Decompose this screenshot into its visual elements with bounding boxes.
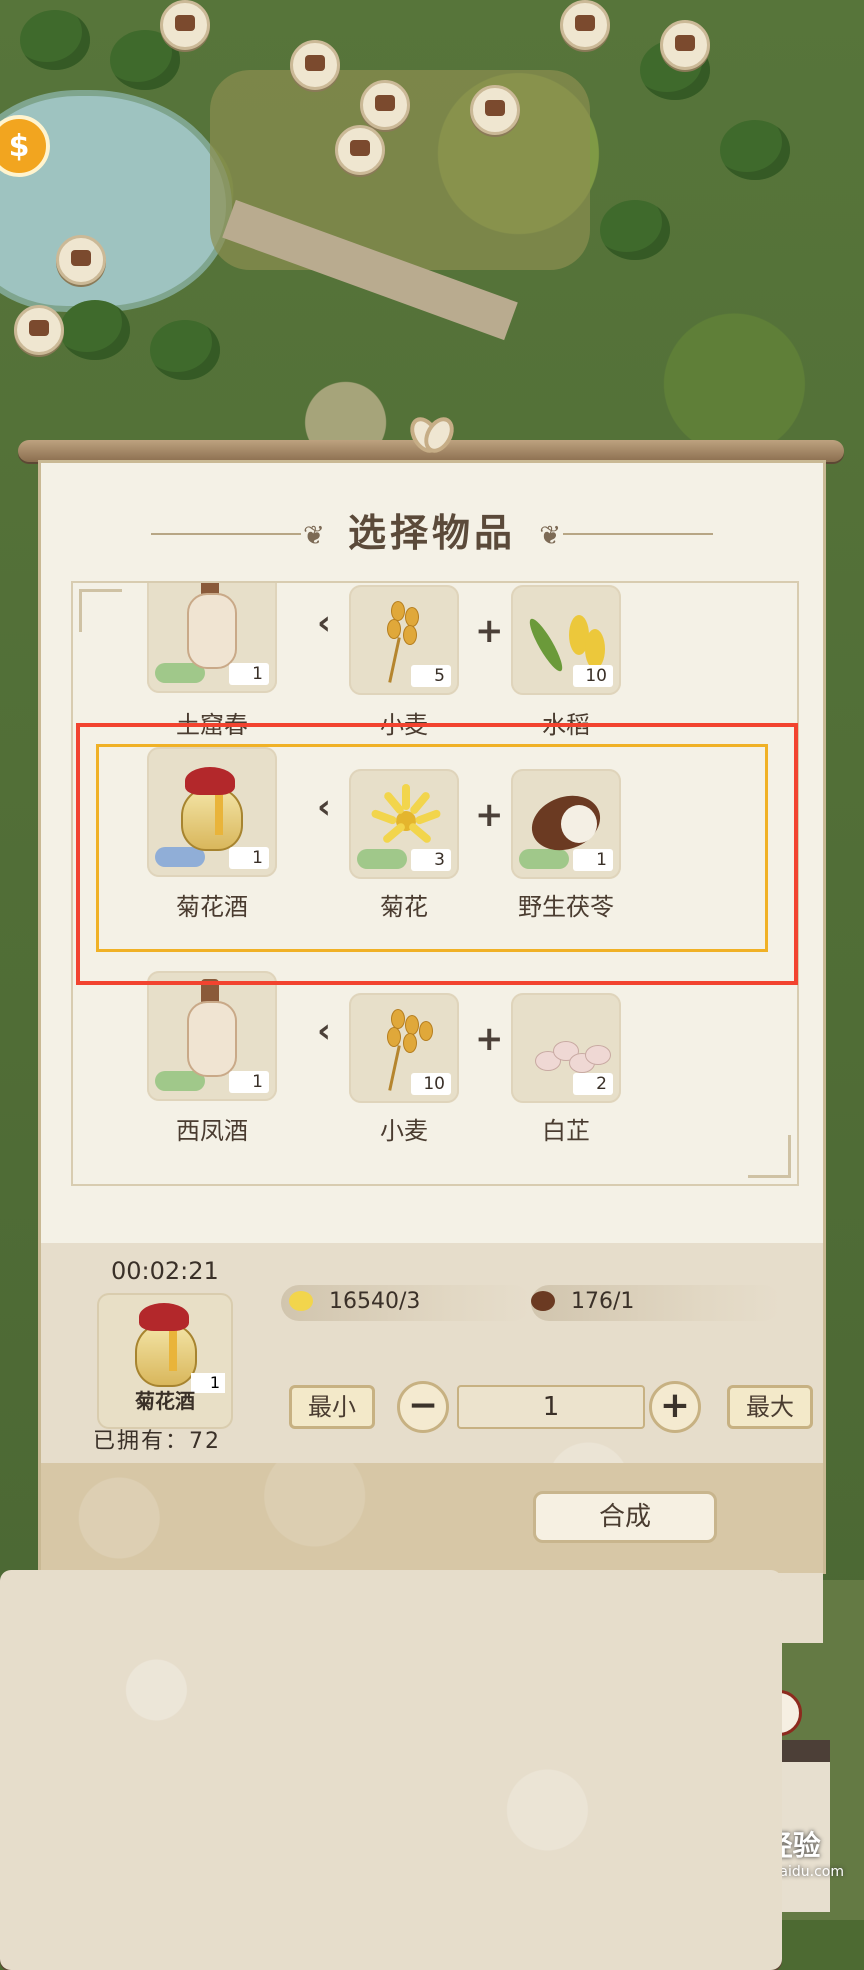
ingredient-name: 小麦 (380, 1117, 428, 1145)
stock-chrysanthemum: 16540/3 (329, 1289, 421, 1314)
poria-icon (531, 1291, 555, 1311)
ingredient-name: 小麦 (380, 711, 428, 739)
quantity-input[interactable]: 1 (457, 1385, 645, 1429)
dialog-title: 选择物品 (347, 511, 516, 555)
harvest-bubble[interactable] (660, 20, 710, 70)
max-button[interactable]: 最大 (727, 1385, 813, 1429)
product-slot[interactable]: 1 (147, 583, 277, 693)
ingredient-qty: 5 (411, 665, 451, 687)
craft-result-name: 菊花酒 (135, 1389, 195, 1413)
scroll-bottom-rod (0, 1570, 782, 1970)
product-name: 土窟春 (176, 711, 248, 739)
ingredient-name: 水稻 (542, 711, 590, 739)
harvest-bubble[interactable] (560, 0, 610, 50)
swirl-ornament-icon: ❦ (303, 521, 325, 551)
scroll-knot-icon (410, 412, 454, 456)
product-qty: 1 (229, 663, 269, 685)
selected-recipe-frame (96, 744, 768, 952)
harvest-bubble[interactable] (14, 305, 64, 355)
ingredient-slot[interactable]: 5 (349, 585, 459, 695)
ingredient-slot[interactable]: 2 (511, 993, 621, 1103)
select-item-dialog: ❦ 选择物品 ❦ 1 土窟春 ‹ 5 小麦 + 10 水稻 1 菊花酒 ‹ 3 … (38, 460, 826, 1643)
ingredient-name: 白芷 (542, 1117, 590, 1145)
ingredient-qty: 10 (573, 665, 613, 687)
increase-button[interactable]: + (649, 1381, 701, 1433)
product-name: 西凤酒 (176, 1117, 248, 1145)
harvest-bubble[interactable] (360, 80, 410, 130)
plus-icon: + (475, 1019, 504, 1059)
recipe-row[interactable]: 1 西凤酒 ‹ 10 小麦 + 2 白芷 (107, 971, 757, 1171)
ingredient-qty: 2 (573, 1073, 613, 1095)
decrease-button[interactable]: − (397, 1381, 449, 1433)
arrow-left-icon: ‹ (317, 603, 332, 643)
harvest-bubble[interactable] (335, 125, 385, 175)
recipe-row[interactable]: 1 土窟春 ‹ 5 小麦 + 10 水稻 (107, 583, 757, 739)
harvest-bubble[interactable] (160, 0, 210, 50)
dialog-footer: 合成 (41, 1463, 823, 1573)
dialog-header: ❦ 选择物品 ❦ (41, 503, 823, 563)
min-button[interactable]: 最小 (289, 1385, 375, 1429)
ingredient-qty: 10 (411, 1073, 451, 1095)
owned-count: 已拥有：72 (93, 1429, 221, 1454)
craft-timer: 00:02:21 (111, 1257, 219, 1285)
ingredient-slot[interactable]: 10 (349, 993, 459, 1103)
craft-result-slot: 1 菊花酒 (97, 1293, 233, 1429)
ingredient-slot[interactable]: 10 (511, 585, 621, 695)
harvest-bubble[interactable] (290, 40, 340, 90)
chrysanthemum-icon (289, 1291, 313, 1311)
harvest-bubble[interactable] (470, 85, 520, 135)
plus-icon: + (475, 611, 504, 651)
product-slot[interactable]: 1 (147, 971, 277, 1101)
swirl-ornament-icon: ❦ (539, 521, 561, 551)
synthesize-button[interactable]: 合成 (533, 1491, 717, 1543)
harvest-bubble[interactable] (56, 235, 106, 285)
arrow-left-icon: ‹ (317, 1011, 332, 1051)
product-qty: 1 (229, 1071, 269, 1093)
stock-poria: 176/1 (571, 1289, 635, 1314)
